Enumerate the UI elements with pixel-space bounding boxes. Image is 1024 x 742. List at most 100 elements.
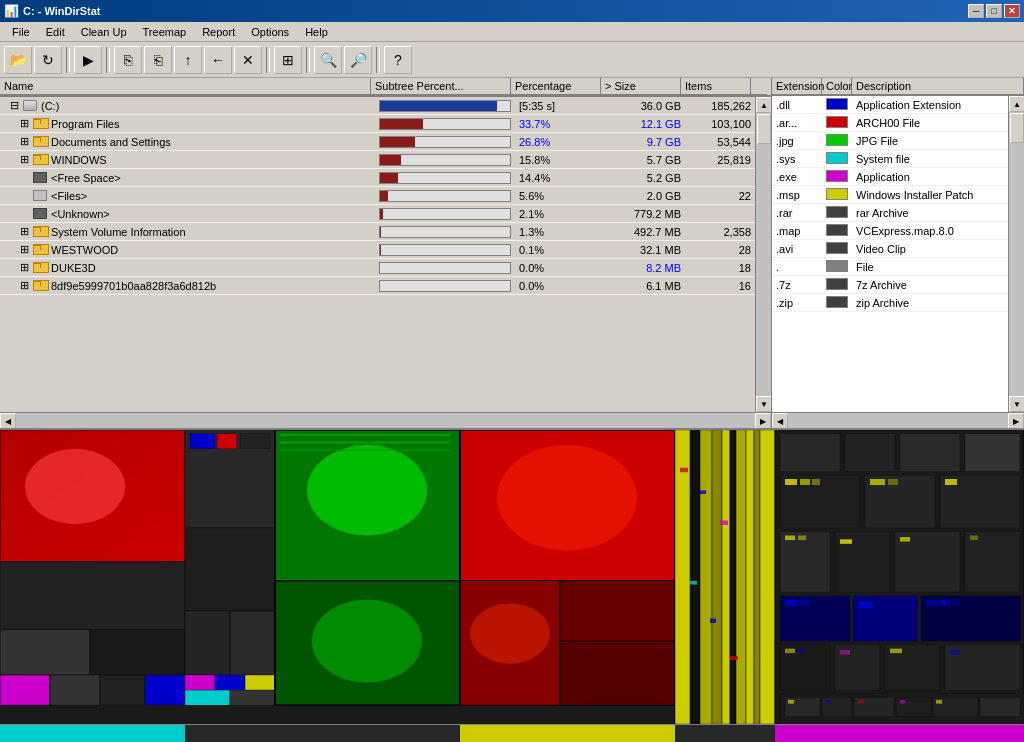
folder-icon-9 bbox=[33, 263, 47, 273]
expand-icon-1[interactable]: ⊞ bbox=[20, 117, 29, 130]
expand-icon-9[interactable]: ⊞ bbox=[20, 261, 29, 274]
expand-button[interactable]: ⊞ bbox=[274, 46, 302, 74]
expand-icon-8[interactable]: ⊞ bbox=[20, 243, 29, 256]
col-items[interactable]: Items bbox=[681, 78, 751, 95]
row-name-8: ⊞ WESTWOOD bbox=[0, 242, 375, 257]
ext-col-ext[interactable]: Extension bbox=[772, 78, 822, 94]
scroll-thumb[interactable] bbox=[757, 114, 771, 144]
expand-icon-3[interactable]: ⊞ bbox=[20, 153, 29, 166]
scroll-up-arrow[interactable]: ▲ bbox=[756, 97, 771, 113]
zoom-out-button[interactable]: 🔎 bbox=[344, 46, 372, 74]
ext-row[interactable]: .dll Application Extension bbox=[772, 96, 1008, 114]
svg-rect-34 bbox=[560, 581, 675, 641]
ext-col-desc[interactable]: Description bbox=[852, 78, 1024, 94]
expand-icon-2[interactable]: ⊞ bbox=[20, 135, 29, 148]
row-size-10: 6.1 MB bbox=[605, 279, 685, 293]
menu-file[interactable]: File bbox=[4, 24, 38, 40]
expand-icon[interactable]: ⊟ bbox=[10, 99, 19, 112]
menu-options[interactable]: Options bbox=[243, 24, 297, 40]
h-scroll-left[interactable]: ◀ bbox=[0, 413, 16, 428]
row-name-1: ⊞ Program Files bbox=[0, 116, 375, 131]
menu-cleanup[interactable]: Clean Up bbox=[73, 24, 135, 40]
row-bar-1 bbox=[375, 116, 515, 132]
ext-row[interactable]: .rar rar Archive bbox=[772, 204, 1008, 222]
table-row[interactable]: ⊞ Program Files 33.7% 12.1 GB 103,100 bbox=[0, 115, 755, 133]
tree-list[interactable]: ⊟ (C:) [5:35 s] 36.0 GB 185,262 bbox=[0, 97, 755, 412]
col-scroll bbox=[751, 78, 767, 95]
svg-rect-65 bbox=[870, 479, 885, 485]
menu-report[interactable]: Report bbox=[194, 24, 243, 40]
col-percentage[interactable]: Percentage bbox=[511, 78, 601, 95]
menu-edit[interactable]: Edit bbox=[38, 24, 73, 40]
scroll-down-arrow[interactable]: ▼ bbox=[756, 396, 771, 412]
svg-rect-51 bbox=[690, 581, 697, 585]
col-size[interactable]: > Size bbox=[601, 78, 681, 95]
ext-row[interactable]: .exe Application bbox=[772, 168, 1008, 186]
h-scroll-right[interactable]: ▶ bbox=[755, 413, 771, 428]
ext-color-10 bbox=[822, 277, 852, 293]
ext-row[interactable]: .ar... ARCH00 File bbox=[772, 114, 1008, 132]
close-button[interactable]: ✕ bbox=[1004, 4, 1020, 18]
table-row[interactable]: ⊞ <Unknown> 2.1% 779.2 MB bbox=[0, 205, 755, 223]
ext-row[interactable]: .map VCExpress.map.8.0 bbox=[772, 222, 1008, 240]
expand-icon-7[interactable]: ⊞ bbox=[20, 225, 29, 238]
help-button[interactable]: ? bbox=[384, 46, 412, 74]
minimize-button[interactable]: ─ bbox=[968, 4, 984, 18]
table-row[interactable]: ⊞ WESTWOOD 0.1% 32.1 MB 28 bbox=[0, 241, 755, 259]
ext-color-7 bbox=[822, 223, 852, 239]
col-subtree[interactable]: Subtree Percent... bbox=[371, 78, 511, 95]
row-name-7: ⊞ System Volume Information bbox=[0, 224, 375, 239]
table-row[interactable]: ⊞ DUKE3D 0.0% 8.2 MB 18 bbox=[0, 259, 755, 277]
ext-col-color[interactable]: Color bbox=[822, 78, 852, 94]
ext-scroll-down[interactable]: ▼ bbox=[1009, 396, 1024, 412]
table-row[interactable]: ⊞ <Free Space> 14.4% 5.2 GB bbox=[0, 169, 755, 187]
paste-button[interactable]: ⎗ bbox=[144, 46, 172, 74]
svg-rect-13 bbox=[185, 528, 275, 611]
treemap-section[interactable] bbox=[0, 430, 1024, 724]
maximize-button[interactable]: □ bbox=[986, 4, 1002, 18]
copy-button[interactable]: ⎘ bbox=[114, 46, 142, 74]
up-button[interactable]: ↑ bbox=[174, 46, 202, 74]
play-button[interactable]: ▶ bbox=[74, 46, 102, 74]
ext-color-9 bbox=[822, 259, 852, 275]
table-row[interactable]: ⊞ WINDOWS 15.8% 5.7 GB 25,819 bbox=[0, 151, 755, 169]
table-row[interactable]: ⊞ System Volume Information 1.3% 492.7 M… bbox=[0, 223, 755, 241]
tree-scrollbar[interactable]: ▲ ▼ bbox=[755, 97, 771, 412]
col-name[interactable]: Name bbox=[0, 78, 371, 95]
svg-rect-101 bbox=[980, 698, 1020, 717]
back-button[interactable]: ← bbox=[204, 46, 232, 74]
ext-h-track[interactable] bbox=[788, 413, 1008, 428]
ext-row[interactable]: .avi Video Clip bbox=[772, 240, 1008, 258]
ext-h-right[interactable]: ▶ bbox=[1008, 413, 1024, 428]
ext-row[interactable]: .7z 7z Archive bbox=[772, 276, 1008, 294]
ext-row[interactable]: .jpg JPG File bbox=[772, 132, 1008, 150]
ext-row[interactable]: .sys System file bbox=[772, 150, 1008, 168]
ext-row[interactable]: .msp Windows Installer Patch bbox=[772, 186, 1008, 204]
ext-h-left[interactable]: ◀ bbox=[772, 413, 788, 428]
expand-icon-10[interactable]: ⊞ bbox=[20, 279, 29, 292]
row-label-3: WINDOWS bbox=[51, 154, 107, 166]
table-row[interactable]: ⊟ (C:) [5:35 s] 36.0 GB 185,262 bbox=[0, 97, 755, 115]
open-button[interactable]: 📂 bbox=[4, 46, 32, 74]
color-seg-dark1 bbox=[185, 725, 275, 743]
row-items-0: 185,262 bbox=[685, 99, 755, 113]
ext-scroll-thumb[interactable] bbox=[1010, 113, 1024, 143]
delete-button[interactable]: ✕ bbox=[234, 46, 262, 74]
ext-scrollbar[interactable]: ▲ ▼ bbox=[1008, 96, 1024, 412]
ext-row[interactable]: . File bbox=[772, 258, 1008, 276]
tree-scroll-wrapper: ⊟ (C:) [5:35 s] 36.0 GB 185,262 bbox=[0, 97, 771, 412]
row-pct-2: 26.8% bbox=[515, 135, 605, 149]
ext-h-scroll: ◀ ▶ bbox=[772, 412, 1024, 428]
row-bar-10 bbox=[375, 278, 515, 294]
table-row[interactable]: ⊞ Documents and Settings 26.8% 9.7 GB 53… bbox=[0, 133, 755, 151]
table-row[interactable]: ⊞ <Files> 5.6% 2.0 GB 22 bbox=[0, 187, 755, 205]
ext-scroll-up[interactable]: ▲ bbox=[1009, 96, 1024, 112]
h-scroll-track[interactable] bbox=[16, 413, 755, 428]
menu-treemap[interactable]: Treemap bbox=[135, 24, 195, 40]
zoom-in-button[interactable]: 🔍 bbox=[314, 46, 342, 74]
table-row[interactable]: ⊞ 8df9e5999701b0aa828f3a6d812b 0.0% 6.1 … bbox=[0, 277, 755, 295]
menu-help[interactable]: Help bbox=[297, 24, 336, 40]
refresh-button[interactable]: ↻ bbox=[34, 46, 62, 74]
ext-body[interactable]: .dll Application Extension .ar... ARCH00… bbox=[772, 96, 1008, 412]
ext-row[interactable]: .zip zip Archive bbox=[772, 294, 1008, 312]
